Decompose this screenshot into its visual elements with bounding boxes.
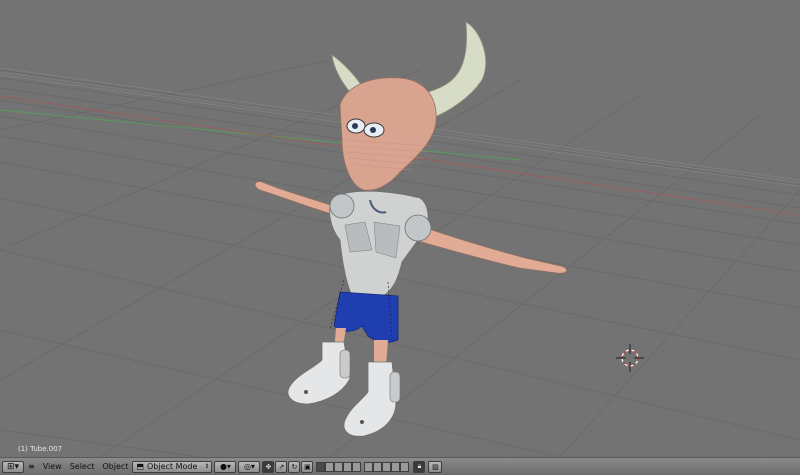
layer-10[interactable] (400, 461, 410, 472)
sphere-icon: ●▾ (219, 462, 231, 471)
lock-layers-button[interactable]: 🔒︎ (413, 460, 426, 473)
layers-group-2[interactable] (364, 461, 410, 472)
manipulator-toggle[interactable]: ✥ (262, 460, 275, 473)
mode-label: Object Mode (147, 462, 198, 471)
layer-3[interactable] (334, 461, 344, 472)
3d-view-header: ⊞▾ ≡ View Select Object ⬒ Object Mode ⇕ … (0, 457, 800, 475)
layer-5[interactable] (352, 461, 362, 472)
layers-group-1[interactable] (316, 461, 362, 472)
layer-1[interactable] (316, 461, 326, 472)
layer-2[interactable] (325, 461, 335, 472)
viewport-shading-button[interactable]: ●▾ (214, 460, 237, 473)
active-object-label: (1) Tube.007 (18, 445, 63, 453)
object-menu[interactable]: Object (102, 462, 128, 471)
arrow-icon: ↗ (278, 462, 285, 471)
rotate-button[interactable]: ↻ (288, 460, 301, 473)
object-mode-icon: ⬒ (136, 462, 144, 471)
character-model[interactable] (254, 21, 567, 437)
layer-4[interactable] (343, 461, 353, 472)
updown-arrows-icon: ⇕ (204, 463, 210, 470)
layer-8[interactable] (382, 461, 392, 472)
select-menu[interactable]: Select (70, 462, 95, 471)
3d-viewport[interactable]: (1) Tube.007 (0, 0, 800, 457)
rotate-icon: ↻ (291, 462, 298, 471)
editor-type-button[interactable]: ⊞▾ (2, 460, 24, 473)
scale-button[interactable]: ▣ (301, 460, 314, 473)
layer-9[interactable] (391, 461, 401, 472)
header-collapse-icon[interactable]: ≡ (28, 462, 35, 471)
pivot-icon: ◎▾ (243, 462, 255, 471)
lock-icon: 🔒︎ (417, 462, 422, 470)
mode-selector[interactable]: ⬒ Object Mode ⇕ (132, 460, 213, 473)
viewport-scene (0, 21, 800, 457)
pivot-point-button[interactable]: ◎▾ (238, 460, 261, 473)
layer-7[interactable] (373, 461, 383, 472)
render-preview-button[interactable]: ▨ (428, 460, 443, 473)
layer-6[interactable] (364, 461, 374, 472)
view-menu[interactable]: View (43, 462, 62, 471)
transform-icon: ✥ (265, 462, 272, 471)
image-icon: ▨ (432, 462, 439, 471)
scale-icon: ▣ (304, 462, 311, 471)
grid-icon: ⊞▾ (6, 461, 20, 472)
translate-button[interactable]: ↗ (275, 460, 288, 473)
